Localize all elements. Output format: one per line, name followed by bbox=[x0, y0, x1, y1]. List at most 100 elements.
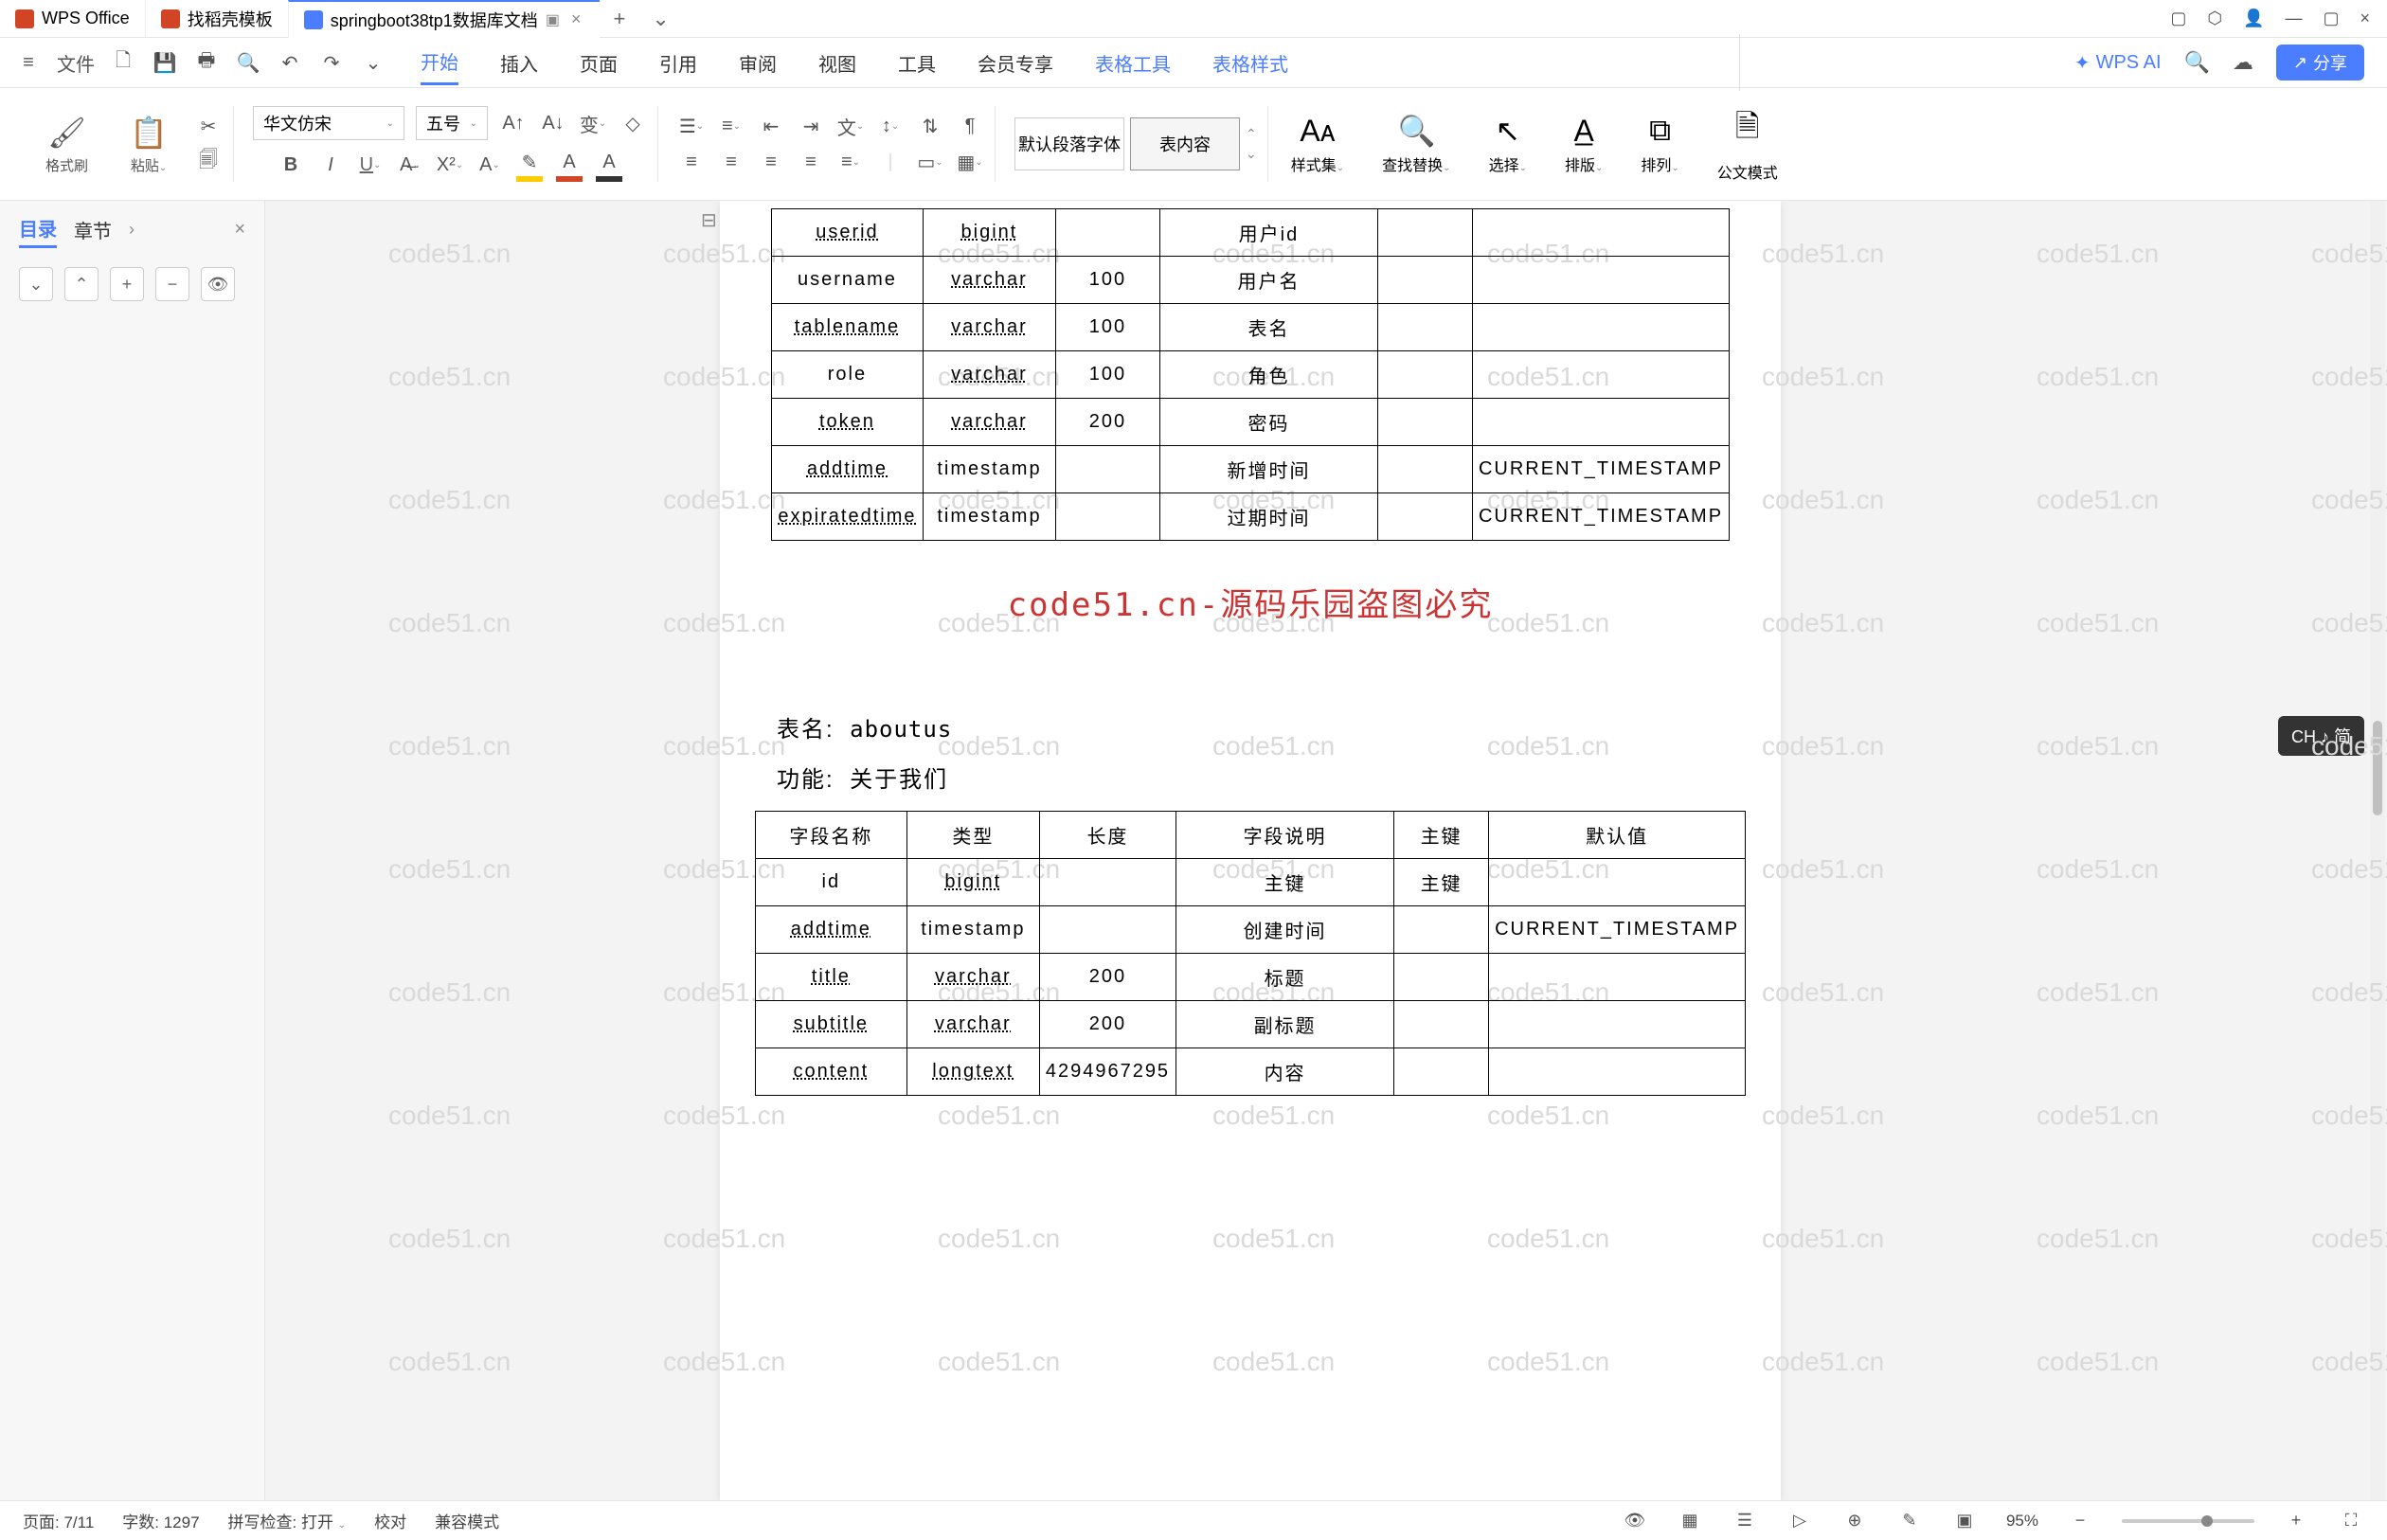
document-area[interactable]: ⊟ ⌄ code51.cncode51.cncode51.cncode51.cn… bbox=[265, 201, 2387, 1500]
table-row[interactable]: subtitlevarchar200副标题 bbox=[755, 1001, 1745, 1048]
tab-reference[interactable]: 引用 bbox=[659, 42, 697, 84]
tab-review[interactable]: 审阅 bbox=[739, 42, 777, 84]
arrange-button[interactable]: ⧉ 排列⌄ bbox=[1625, 113, 1694, 175]
table-row[interactable]: tokenvarchar200密码 bbox=[771, 399, 1729, 446]
increase-indent-icon[interactable]: ⇥ bbox=[797, 112, 825, 140]
vertical-scrollbar[interactable] bbox=[2370, 201, 2385, 1500]
highlight-icon[interactable]: ✎ bbox=[515, 148, 544, 176]
shading-icon[interactable]: A bbox=[595, 148, 623, 176]
numbering-icon[interactable]: ≡⌄ bbox=[717, 112, 745, 140]
window-minimize-icon[interactable]: — bbox=[2285, 9, 2302, 28]
sidebar-remove-icon[interactable]: − bbox=[155, 267, 189, 301]
align-center-icon[interactable]: ≡ bbox=[717, 148, 745, 176]
borders-icon[interactable]: ▦⌄ bbox=[956, 148, 984, 176]
font-color-icon[interactable]: A bbox=[555, 148, 583, 176]
zoom-in-icon[interactable]: + bbox=[2283, 1508, 2309, 1534]
style-table-content[interactable]: 表内容 bbox=[1130, 117, 1240, 170]
add-tab-dropdown[interactable]: ⌄ bbox=[638, 7, 682, 31]
tab-page[interactable]: 页面 bbox=[580, 42, 618, 84]
scrollbar-thumb[interactable] bbox=[2373, 721, 2382, 815]
hamburger-icon[interactable]: ≡ bbox=[15, 49, 42, 76]
search-icon[interactable]: 🔍 bbox=[2184, 50, 2210, 75]
tab-close-icon[interactable]: × bbox=[567, 9, 585, 29]
sidebar-expand-icon[interactable]: ⌃ bbox=[64, 267, 99, 301]
add-tab-button[interactable]: + bbox=[600, 7, 638, 31]
line-spacing-icon[interactable]: ↕⌄ bbox=[876, 112, 905, 140]
table-row[interactable]: tablenamevarchar100表名 bbox=[771, 304, 1729, 351]
preview-icon[interactable]: 🔍 bbox=[235, 49, 261, 76]
bold-icon[interactable]: B bbox=[277, 151, 305, 179]
window-maximize-icon[interactable]: ▢ bbox=[2323, 9, 2339, 28]
table-row[interactable]: usernamevarchar100用户名 bbox=[771, 257, 1729, 304]
table-row[interactable]: rolevarchar100角色 bbox=[771, 351, 1729, 399]
share-button[interactable]: ↗分享 bbox=[2276, 45, 2364, 81]
sidebar-nav-icon[interactable]: › bbox=[129, 220, 135, 240]
align-distribute-icon[interactable]: ≡⌄ bbox=[836, 148, 865, 176]
style-set-button[interactable]: Aᴀ 样式集⌄ bbox=[1276, 114, 1359, 175]
select-button[interactable]: ↖ 选择⌄ bbox=[1474, 113, 1542, 175]
underline-icon[interactable]: U⌄ bbox=[356, 151, 385, 179]
phonetic-icon[interactable]: 变⌄ bbox=[579, 109, 607, 137]
tab-templates[interactable]: 找稻壳模板 bbox=[145, 0, 288, 38]
align-justify-icon[interactable]: ≡ bbox=[797, 148, 825, 176]
sidebar-close-icon[interactable]: × bbox=[234, 219, 245, 241]
table-row[interactable]: expiratedtimetimestamp过期时间CURRENT_TIMEST… bbox=[771, 493, 1729, 541]
new-icon[interactable]: 🗋 bbox=[110, 49, 136, 76]
style-scroll-up-icon[interactable]: ⌃ bbox=[1246, 126, 1257, 142]
font-size-select[interactable]: 五号⌄ bbox=[416, 106, 488, 140]
bullets-icon[interactable]: ☰⌄ bbox=[677, 112, 706, 140]
text-direction-icon[interactable]: 文⌄ bbox=[836, 112, 865, 140]
tab-table-style[interactable]: 表格样式 bbox=[1212, 42, 1288, 84]
status-focus-icon[interactable]: ▣ bbox=[1951, 1508, 1978, 1534]
cut-icon[interactable]: ✂ bbox=[194, 112, 223, 140]
strikethrough-icon[interactable]: A̶⌄ bbox=[396, 151, 424, 179]
table-row[interactable]: useridbigint用户id bbox=[771, 209, 1729, 257]
save-icon[interactable]: 💾 bbox=[152, 49, 178, 76]
window-avatar-icon[interactable]: 👤 bbox=[2243, 9, 2264, 28]
file-menu[interactable]: 文件 bbox=[57, 49, 95, 76]
tab-insert[interactable]: 插入 bbox=[500, 42, 538, 84]
qat-dropdown-icon[interactable]: ⌄ bbox=[360, 49, 386, 76]
official-mode-button[interactable]: 🗎 公文模式 bbox=[1702, 105, 1793, 183]
italic-icon[interactable]: I bbox=[316, 151, 345, 179]
window-panel-icon[interactable]: ▢ bbox=[2170, 9, 2186, 28]
table-row[interactable]: addtimetimestamp新增时间CURRENT_TIMESTAMP bbox=[771, 446, 1729, 493]
status-proof[interactable]: 校对 bbox=[374, 1509, 406, 1532]
decrease-indent-icon[interactable]: ⇤ bbox=[757, 112, 785, 140]
print-icon[interactable]: 🖶 bbox=[193, 49, 220, 76]
zoom-slider[interactable] bbox=[2122, 1519, 2254, 1523]
tab-tools[interactable]: 工具 bbox=[898, 42, 936, 84]
align-left-icon[interactable]: ≡ bbox=[677, 148, 706, 176]
window-close-icon[interactable]: × bbox=[2360, 9, 2370, 28]
table-row[interactable]: titlevarchar200标题 bbox=[755, 954, 1745, 1001]
table-row[interactable]: idbigint主键主键 bbox=[755, 859, 1745, 906]
status-globe-icon[interactable]: ⊕ bbox=[1841, 1508, 1868, 1534]
superscript-icon[interactable]: X²⌄ bbox=[436, 151, 464, 179]
status-page[interactable]: 页面: 7/11 bbox=[23, 1509, 94, 1532]
font-name-select[interactable]: 华文仿宋⌄ bbox=[253, 106, 404, 140]
text-effect-icon[interactable]: A⌄ bbox=[476, 151, 504, 179]
sidebar-add-icon[interactable]: + bbox=[110, 267, 144, 301]
undo-icon[interactable]: ↶ bbox=[277, 49, 303, 76]
show-marks-icon[interactable]: ¶ bbox=[956, 112, 984, 140]
status-play-icon[interactable]: ▷ bbox=[1786, 1508, 1813, 1534]
tab-stack-icon[interactable]: ▣ bbox=[546, 10, 560, 29]
table-1[interactable]: useridbigint用户idusernamevarchar100用户名tab… bbox=[771, 208, 1730, 541]
tab-home[interactable]: 开始 bbox=[421, 40, 458, 85]
tab-table-tools[interactable]: 表格工具 bbox=[1095, 42, 1171, 84]
table-2[interactable]: 字段名称类型长度字段说明主键默认值 idbigint主键主键addtimetim… bbox=[755, 811, 1746, 1096]
cloud-sync-icon[interactable]: ☁ bbox=[2233, 50, 2253, 75]
style-default-paragraph[interactable]: 默认段落字体 bbox=[1014, 117, 1124, 170]
status-compat[interactable]: 兼容模式 bbox=[435, 1509, 499, 1532]
copy-icon[interactable]: 🗐 bbox=[194, 148, 223, 176]
tab-view[interactable]: 视图 bbox=[818, 42, 856, 84]
status-pen-icon[interactable]: ✎ bbox=[1896, 1508, 1923, 1534]
wps-ai-button[interactable]: ✦WPS AI bbox=[2074, 51, 2162, 75]
sidebar-eye-icon[interactable]: 👁 bbox=[201, 267, 235, 301]
sidebar-tab-toc[interactable]: 目录 bbox=[19, 210, 57, 248]
sidebar-collapse-icon[interactable]: ⌄ bbox=[19, 267, 53, 301]
align-right-icon[interactable]: ≡ bbox=[757, 148, 785, 176]
fullscreen-icon[interactable]: ⛶ bbox=[2338, 1508, 2364, 1534]
redo-icon[interactable]: ↷ bbox=[318, 49, 345, 76]
window-cube-icon[interactable]: ⬡ bbox=[2207, 9, 2222, 28]
